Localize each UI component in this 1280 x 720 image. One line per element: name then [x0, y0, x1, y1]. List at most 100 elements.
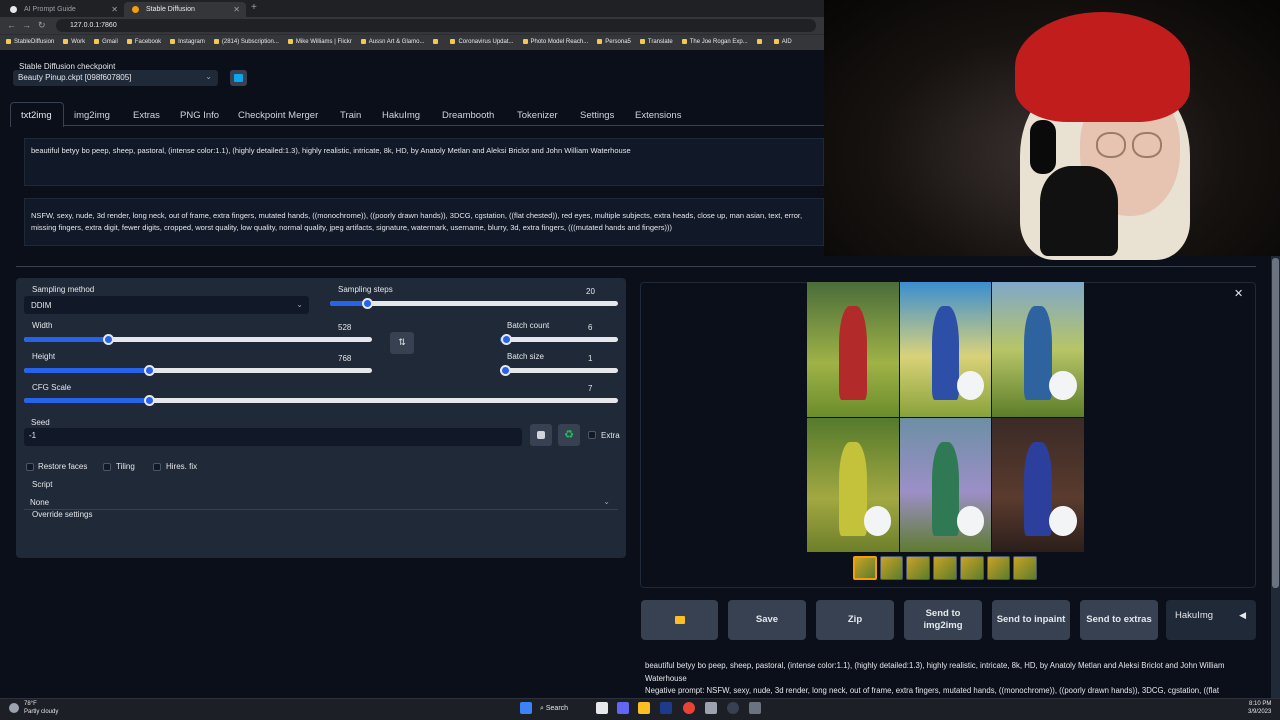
tab-checkpoint-merger[interactable]: Checkpoint Merger: [238, 110, 318, 121]
bookmark-item[interactable]: AID: [774, 39, 792, 50]
width-slider[interactable]: [24, 334, 372, 345]
obs-icon[interactable]: [727, 702, 739, 714]
bookmark-item[interactable]: Photo Model Reach...: [523, 39, 589, 50]
tab-png-info[interactable]: PNG Info: [180, 110, 219, 121]
slider-handle[interactable]: [362, 298, 373, 309]
app-icon[interactable]: [660, 702, 672, 714]
generated-image[interactable]: [807, 417, 899, 552]
hires-fix-checkbox[interactable]: [153, 463, 161, 471]
send-to-inpaint-button[interactable]: Send to inpaint: [992, 600, 1070, 640]
negative-prompt-textarea[interactable]: NSFW, sexy, nude, 3d render, long neck, …: [24, 198, 824, 246]
prompt-textarea[interactable]: beautiful betyy bo peep, sheep, pastoral…: [24, 138, 824, 186]
random-seed-button[interactable]: [530, 424, 552, 446]
batch-size-value[interactable]: 1: [588, 354, 592, 363]
reuse-seed-button[interactable]: ♻: [558, 424, 580, 446]
thumbnail[interactable]: [986, 556, 1011, 580]
checkpoint-select[interactable]: Beauty Pinup.ckpt [098f607805] ⌄: [13, 70, 218, 86]
forward-icon[interactable]: →: [22, 20, 31, 30]
bookmark-item[interactable]: Facebook: [127, 39, 161, 50]
cfg-scale-value[interactable]: 7: [588, 384, 592, 393]
weather-widget[interactable]: 78°F Partly cloudy: [24, 700, 58, 716]
bookmark-item[interactable]: Mike Williams | Flickr: [288, 39, 352, 50]
app-icon[interactable]: [705, 702, 717, 714]
slider-handle[interactable]: [144, 365, 155, 376]
back-icon[interactable]: ←: [7, 20, 16, 30]
seed-input[interactable]: -1: [24, 428, 522, 446]
thumbnail[interactable]: [933, 556, 957, 580]
generated-image[interactable]: [992, 417, 1084, 552]
tab-tokenizer[interactable]: Tokenizer: [517, 110, 558, 121]
open-folder-button[interactable]: [641, 600, 718, 640]
bookmark-item[interactable]: Instagram: [170, 39, 205, 50]
batch-count-value[interactable]: 6: [588, 323, 592, 332]
sampling-steps-value[interactable]: 20: [586, 287, 595, 296]
batch-count-slider[interactable]: [500, 334, 618, 345]
bookmark-item[interactable]: [757, 39, 765, 50]
close-icon[interactable]: ✕: [1234, 287, 1243, 300]
sampling-steps-slider[interactable]: [330, 298, 618, 309]
file-explorer-icon[interactable]: [638, 702, 650, 714]
taskbar-search[interactable]: ⌕ Search: [540, 702, 568, 713]
task-view-icon[interactable]: [596, 702, 608, 714]
tab-img2img[interactable]: img2img: [74, 110, 110, 121]
bookmark-item[interactable]: Translate: [640, 39, 673, 50]
start-windows-icon[interactable]: [520, 702, 532, 714]
bookmark-item[interactable]: (2814) Subscription...: [214, 39, 279, 50]
close-tab-icon[interactable]: ✕: [111, 5, 118, 14]
thumbnail[interactable]: [879, 556, 904, 580]
tab-extensions[interactable]: Extensions: [635, 110, 681, 121]
slider-handle[interactable]: [103, 334, 114, 345]
bookmark-item[interactable]: Aussn Art & Glamo...: [361, 39, 425, 50]
reload-icon[interactable]: ↻: [38, 20, 46, 31]
tab-dreambooth[interactable]: Dreambooth: [442, 110, 494, 121]
extra-seed-checkbox[interactable]: [588, 431, 596, 439]
script-select[interactable]: None ⌄: [24, 492, 618, 510]
slider-handle[interactable]: [144, 395, 155, 406]
image-grid[interactable]: [807, 282, 1084, 552]
new-tab-icon[interactable]: +: [251, 2, 257, 13]
slider-handle[interactable]: [500, 365, 511, 376]
bookmark-item[interactable]: [433, 39, 441, 50]
taskbar-clock[interactable]: 8:10 PM 3/9/2023: [1248, 700, 1271, 716]
sampling-method-select[interactable]: DDIM ⌄: [24, 296, 309, 314]
generated-image[interactable]: [807, 282, 899, 417]
cfg-scale-slider[interactable]: [24, 395, 618, 406]
override-settings-label[interactable]: Override settings: [32, 510, 92, 519]
generated-image[interactable]: [992, 282, 1084, 417]
send-to-extras-button[interactable]: Send to extras: [1080, 600, 1158, 640]
url-field[interactable]: 127.0.0.1:7860: [56, 19, 816, 32]
teams-icon[interactable]: [617, 702, 629, 714]
refresh-checkpoint-button[interactable]: [230, 70, 247, 86]
restore-faces-checkbox[interactable]: [26, 463, 34, 471]
tab-settings[interactable]: Settings: [580, 110, 614, 121]
thumbnail[interactable]: [1013, 556, 1037, 580]
height-value[interactable]: 768: [338, 354, 351, 363]
batch-size-slider[interactable]: [500, 365, 618, 376]
scrollbar-thumb[interactable]: [1272, 258, 1279, 588]
tiling-checkbox[interactable]: [103, 463, 111, 471]
tab-train[interactable]: Train: [340, 110, 361, 121]
chrome-icon[interactable]: [683, 702, 695, 714]
bookmark-item[interactable]: Work: [63, 39, 85, 50]
bookmark-item[interactable]: Persona5: [597, 39, 631, 50]
zip-button[interactable]: Zip: [816, 600, 894, 640]
hakuimg-accordion[interactable]: HakuImg ◀: [1166, 600, 1256, 640]
width-value[interactable]: 528: [338, 323, 351, 332]
tab-txt2img[interactable]: txt2img: [10, 102, 64, 127]
send-to-img2img-button[interactable]: Send to img2img: [904, 600, 982, 640]
slider-handle[interactable]: [501, 334, 512, 345]
swap-dimensions-button[interactable]: ⇅: [390, 332, 414, 354]
generated-image[interactable]: [899, 417, 992, 552]
tab-extras[interactable]: Extras: [133, 110, 160, 121]
thumbnail[interactable]: [906, 556, 931, 580]
generated-image[interactable]: [899, 282, 992, 417]
thumbnail[interactable]: [853, 556, 877, 580]
bookmark-item[interactable]: The Joe Rogan Exp...: [682, 39, 748, 50]
close-tab-icon[interactable]: ✕: [233, 5, 240, 14]
browser-tab-stable-diffusion[interactable]: Stable Diffusion ✕: [124, 2, 246, 17]
save-button[interactable]: Save: [728, 600, 806, 640]
height-slider[interactable]: [24, 365, 372, 376]
bookmark-item[interactable]: Gmail: [94, 39, 118, 50]
settings-icon[interactable]: [749, 702, 761, 714]
bookmark-item[interactable]: Coronavirus Updat...: [450, 39, 513, 50]
